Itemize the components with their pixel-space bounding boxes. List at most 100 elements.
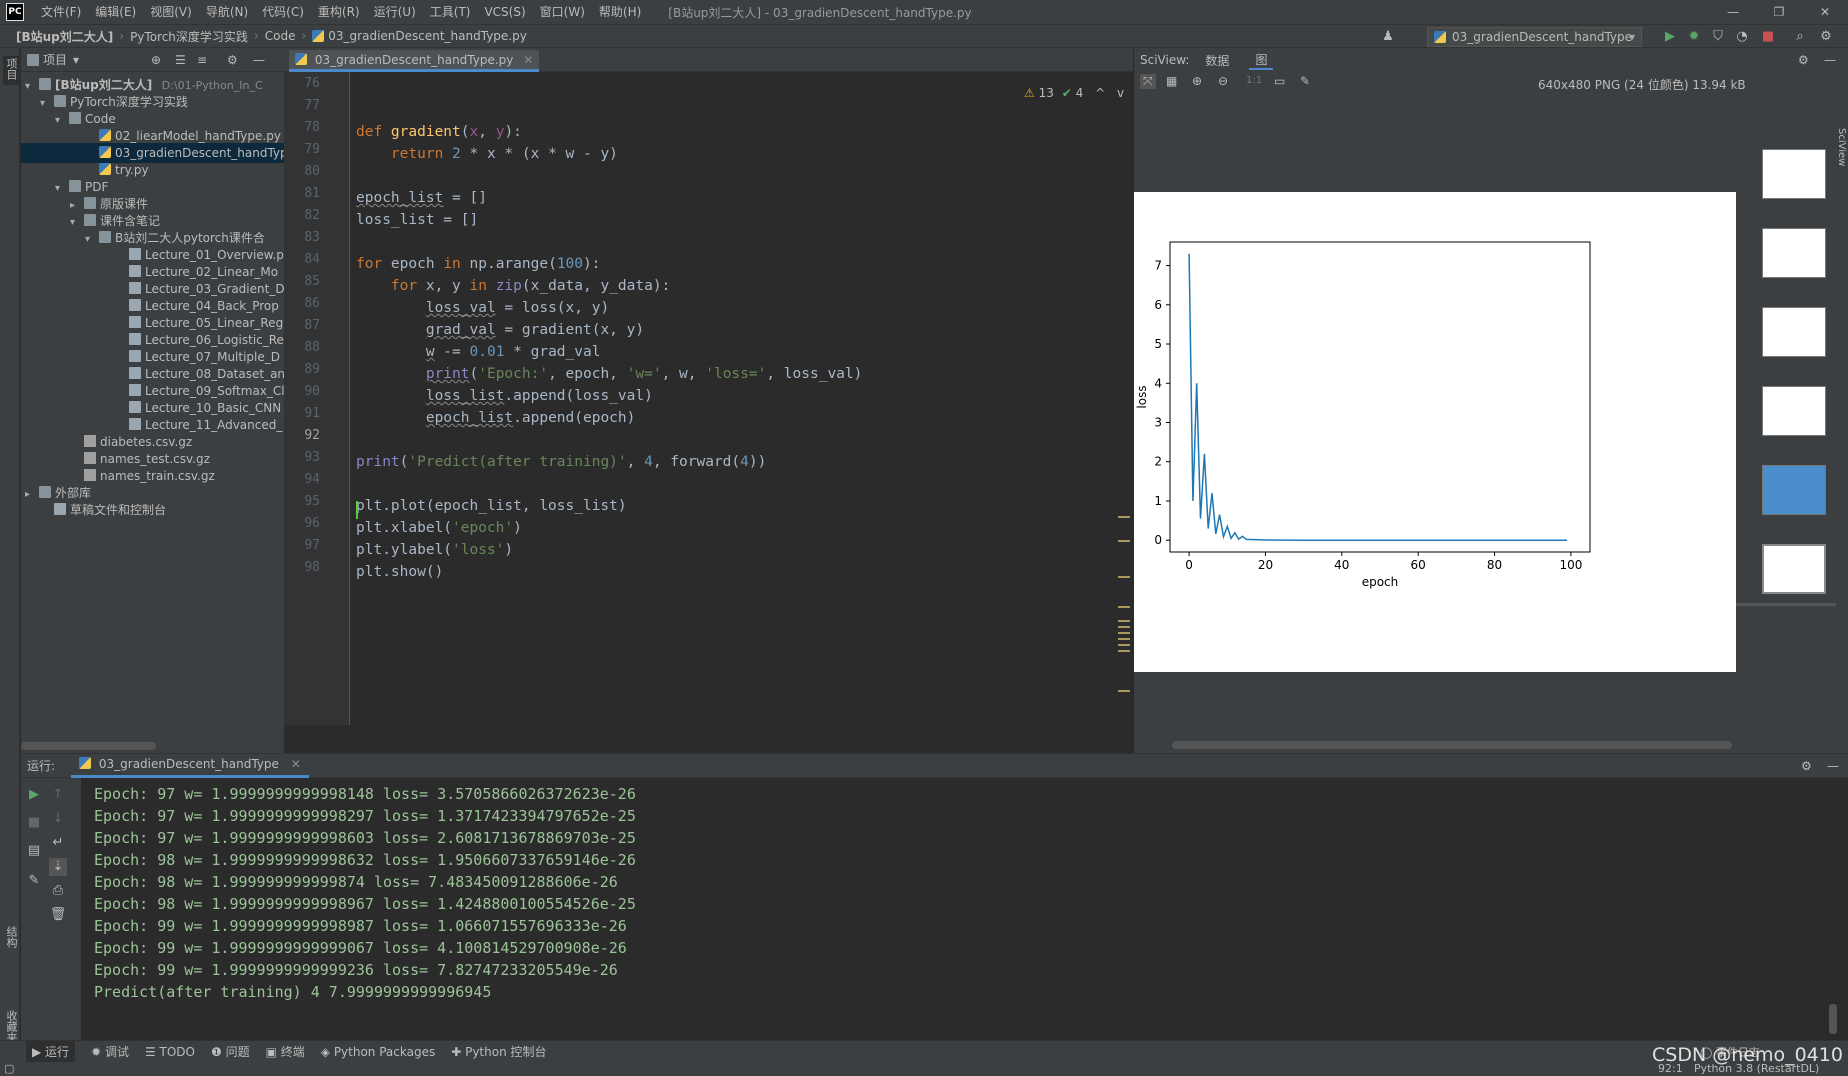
sciview-side-tab[interactable]: SciView [1836, 128, 1847, 169]
code-line-95: plt.plot(epoch_list, loss_list) [356, 498, 627, 514]
hide-icon[interactable]: — [1824, 53, 1836, 67]
chevron-down-icon[interactable]: ▾ [73, 53, 79, 67]
zoom-out-icon[interactable]: ⊖ [1218, 74, 1228, 88]
tab-data[interactable]: 数据 [1205, 52, 1229, 69]
gear-icon[interactable]: ⚙ [227, 53, 238, 67]
plot-thumbnail[interactable] [1762, 149, 1826, 199]
stop-icon[interactable]: ■ [1760, 29, 1776, 45]
menu-edit[interactable]: 编辑(E) [88, 0, 143, 24]
fit-zoom-icon[interactable]: ⤧ [1140, 74, 1156, 89]
editor-scroll-markers[interactable] [1116, 516, 1132, 696]
menu-window[interactable]: 窗口(W) [533, 0, 592, 24]
console-scrollbar[interactable] [1829, 1004, 1837, 1034]
inspection-widget[interactable]: ⚠ 13 ✔ 4 ^ v [1024, 86, 1124, 100]
actual-size-icon[interactable]: 1:1 [1246, 75, 1262, 86]
ok-count: 4 [1075, 86, 1084, 100]
plot-thumbnails [1736, 96, 1848, 606]
x-tick-label: 40 [1334, 558, 1349, 572]
print-icon[interactable]: ⎙ [49, 882, 67, 900]
hide-icon[interactable]: — [1827, 759, 1839, 773]
color-picker-icon[interactable]: ✎ [1300, 74, 1310, 88]
menu-help[interactable]: 帮助(H) [592, 0, 648, 24]
tree-item[interactable]: 草稿文件和控制台 [21, 500, 284, 520]
code-line-93: print('Predict(after training)', 4, forw… [356, 454, 767, 470]
menu-view[interactable]: 视图(V) [143, 0, 199, 24]
tree-item-label: 草稿文件和控制台 [70, 503, 167, 517]
horizontal-scrollbar[interactable] [21, 742, 156, 750]
trash-icon[interactable]: 🗑 [49, 906, 67, 924]
down-icon[interactable]: ↓ [49, 810, 67, 828]
menu-file[interactable]: 文件(F) [34, 0, 88, 24]
plot-thumbnail-active[interactable] [1762, 544, 1826, 594]
tool-todo[interactable]: ☰ TODO [145, 1045, 195, 1059]
tool-python-packages[interactable]: ◈ Python Packages [321, 1045, 435, 1059]
hide-icon[interactable]: — [253, 53, 265, 67]
collapse-all-icon[interactable]: ≡ [197, 53, 207, 67]
plot-thumbnail[interactable] [1762, 228, 1826, 278]
menu-run[interactable]: 运行(U) [367, 0, 423, 24]
x-axis-label: epoch [1362, 575, 1399, 589]
menu-navigate[interactable]: 导航(N) [199, 0, 255, 24]
close-tab-icon[interactable]: ✕ [291, 757, 301, 771]
search-icon[interactable]: ⌕ [1792, 29, 1808, 45]
plot-horizontal-scrollbar[interactable] [1172, 741, 1732, 749]
tool-run[interactable]: ▶ 运行 [26, 1041, 76, 1062]
breadcrumb-code[interactable]: Code [265, 29, 296, 43]
gear-icon[interactable]: ⚙ [1798, 53, 1809, 67]
breadcrumb-file[interactable]: 03_gradienDescent_handType.py [328, 29, 527, 43]
menu-tools[interactable]: 工具(T) [423, 0, 478, 24]
maximize-button[interactable]: ❐ [1756, 0, 1802, 24]
grid-icon[interactable]: ▦ [1166, 74, 1177, 88]
tab-plots[interactable]: 图 [1249, 51, 1274, 70]
plot-thumbnail[interactable] [1762, 307, 1826, 357]
up-icon[interactable]: ↑ [49, 786, 67, 804]
zoom-in-icon[interactable]: ⊕ [1192, 74, 1202, 88]
layout-icon[interactable]: ▢ [4, 1062, 14, 1075]
menu-refactor[interactable]: 重构(R) [311, 0, 367, 24]
project-panel-title[interactable]: 项目 [43, 51, 67, 68]
locate-icon[interactable]: ⊕ [151, 53, 161, 67]
chevron-down-icon[interactable]: v [1117, 86, 1124, 100]
code-editor[interactable]: def gradient(x, y): return 2 * x * (x * … [350, 72, 1133, 725]
pin-icon[interactable]: ✎ [25, 872, 43, 890]
breadcrumb-project[interactable]: [B站up刘二大人] [16, 28, 113, 45]
stop-icon[interactable]: ■ [25, 814, 43, 832]
debug-icon[interactable]: ✹ [1686, 29, 1702, 45]
console-output[interactable]: Epoch: 97 w= 1.9999999999998148 loss= 3.… [94, 778, 1834, 1041]
soft-wrap-icon[interactable]: ↵ [49, 834, 67, 852]
run-tab[interactable]: 03_gradienDescent_handType ✕ [71, 753, 309, 778]
breadcrumb-separator: › [253, 29, 259, 43]
scroll-to-end-icon[interactable]: ⇣ [49, 858, 67, 876]
gear-icon[interactable]: ⚙ [1818, 29, 1834, 45]
run-config-select[interactable]: 03_gradienDescent_handType ▾ [1427, 27, 1642, 47]
coverage-icon[interactable]: ⛉ [1710, 29, 1726, 45]
tool-terminal[interactable]: ▣ 终端 [266, 1043, 305, 1060]
code-line-97: plt.ylabel('loss') [356, 542, 514, 558]
minimize-button[interactable]: — [1710, 0, 1756, 24]
tree-item-label: 03_gradienDescent_handTyp [115, 146, 284, 160]
python-file-icon [99, 129, 111, 141]
tool-problems[interactable]: ❶ 问题 [211, 1043, 250, 1060]
plot-thumbnail[interactable] [1762, 386, 1826, 436]
library-icon [39, 486, 51, 498]
rerun-icon[interactable]: ▶ [25, 786, 43, 804]
close-tab-icon[interactable]: ✕ [523, 53, 533, 67]
gear-icon[interactable]: ⚙ [1801, 759, 1812, 773]
close-button[interactable]: ✕ [1802, 0, 1848, 24]
background-icon[interactable]: ▭ [1274, 74, 1285, 88]
editor-tab-active[interactable]: 03_gradienDescent_handType.py ✕ [289, 50, 540, 72]
console-line: Epoch: 97 w= 1.9999999999998603 loss= 2.… [94, 829, 636, 847]
expand-all-icon[interactable]: ☰ [175, 53, 186, 67]
tool-python-console[interactable]: ✚ Python 控制台 [451, 1043, 546, 1060]
run-icon[interactable]: ▶ [1662, 29, 1678, 45]
tool-debug[interactable]: ✹ 调试 [91, 1043, 129, 1060]
menu-code[interactable]: 代码(C) [255, 0, 311, 24]
menu-vcs[interactable]: VCS(S) [477, 0, 532, 24]
layout-icon[interactable]: ▤ [25, 842, 43, 860]
profile-icon[interactable]: ◔ [1734, 29, 1750, 45]
user-icon[interactable]: ♟ [1380, 29, 1396, 45]
plot-thumbnail[interactable] [1762, 465, 1826, 515]
tree-item-label: Lecture_03_Gradient_D [145, 282, 284, 296]
chevron-up-icon[interactable]: ^ [1095, 86, 1105, 100]
breadcrumb-folder[interactable]: PyTorch深度学习实践 [130, 28, 248, 45]
